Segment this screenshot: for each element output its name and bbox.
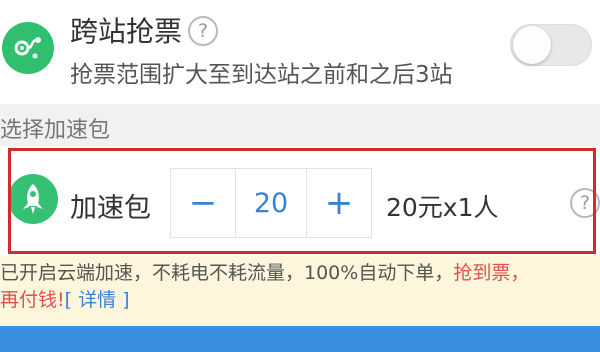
cross-station-description: 抢票范围扩大至到达站之前和之后3站	[70, 62, 453, 88]
section-label: 选择加速包	[0, 118, 111, 143]
route-pin-icon	[2, 22, 54, 74]
cross-station-toggle[interactable]	[510, 24, 592, 66]
cross-station-title: 跨站抢票	[70, 15, 183, 48]
notice-highlight-text-2: 再付钱!	[0, 289, 65, 311]
toggle-knob	[513, 26, 551, 64]
bottom-action-bar[interactable]	[0, 326, 600, 352]
notice-highlight-text: 抢到票，	[453, 262, 530, 284]
cross-station-help-icon[interactable]: ?	[188, 16, 218, 46]
notice-text: 已开启云端加速，不耗电不耗流量，100%自动下单，抢到票， 再付钱![ 详情 ]	[0, 260, 596, 314]
details-link[interactable]: [ 详情 ]	[65, 289, 130, 311]
highlight-box	[8, 148, 596, 254]
notice-main-text: 已开启云端加速，不耗电不耗流量，100%自动下单，	[0, 262, 454, 284]
